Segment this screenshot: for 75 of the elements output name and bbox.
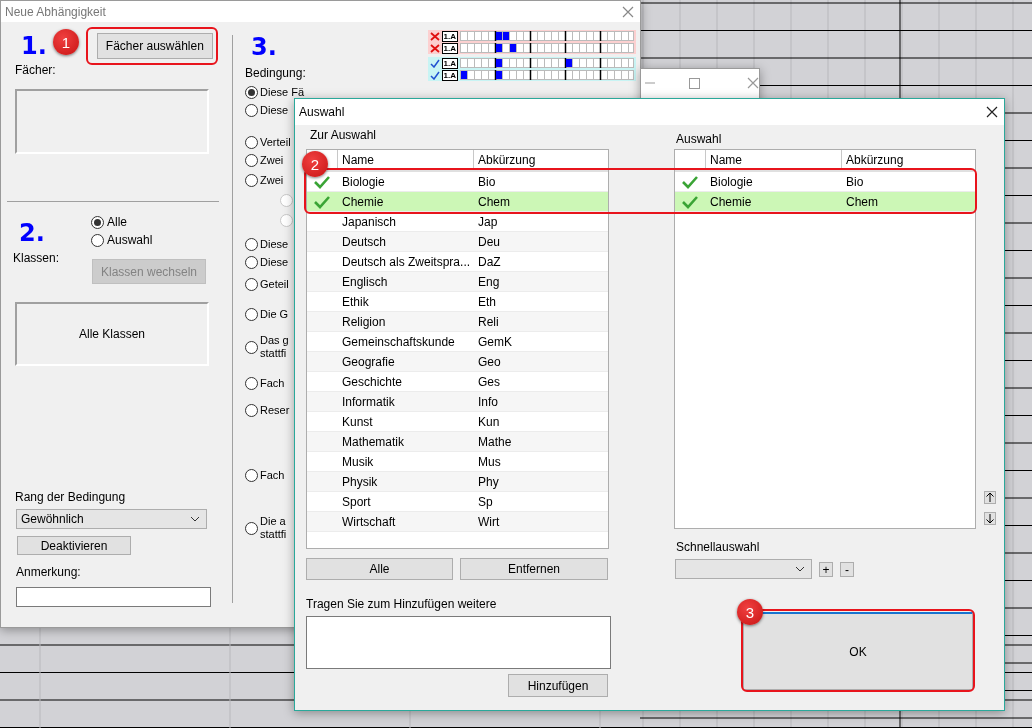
table-cell-text: Geo [477,354,502,369]
table-cell-text: Reli [477,314,500,329]
option-label: Zwei [260,153,284,167]
table-cell-text: Englisch [341,274,389,289]
table-cell-text: Bio [845,174,865,189]
table-cell-text: Biologie [709,174,754,189]
classes-text: Alle Klassen [78,327,145,341]
option-label: Diese [260,255,289,269]
list-label: Auswahl [676,132,723,146]
option-label: Alle [107,215,127,229]
option-label: Die G [260,307,289,321]
option-label: Auswahl [107,233,153,247]
table-cell-text: Musik [341,454,375,469]
note-label: Anmerkung: [16,565,82,579]
table-cell-text: Chem [845,194,879,209]
table-cell-text: Deu [477,234,501,249]
class-label: 1.A [441,57,458,69]
rank-label: Rang der Bedingung [15,490,127,504]
table-cell-text: Mathematik [341,434,406,449]
quick-select-label: Schnellauswahl [676,540,761,554]
table-cell-text: Bio [477,174,497,189]
table-cell-text: Chem [477,194,511,209]
add-hint: Tragen Sie zum Hinzufügen weitere [306,597,498,611]
table-cell-text: Chemie [341,194,385,209]
table-cell-text: Sport [341,494,372,509]
table-cell-text: Deutsch [341,234,388,249]
table-cell-text: Kunst [341,414,374,429]
table-cell-text: Ges [477,374,501,389]
table-cell-text: Mathe [477,434,513,449]
step-number: 2. [19,221,46,245]
table-cell-text: Informatik [341,394,396,409]
table-cell-text: Eth [477,294,497,309]
table-cell-text: Wirtschaft [341,514,397,529]
option-label: Geteil [260,277,289,291]
table-cell-text: Japanisch [341,214,398,229]
option-label: Verteil [260,135,291,149]
option-label: Diese [260,103,289,117]
option-label: Zwei [260,173,284,187]
option-label: Reser [260,403,290,417]
subjects-label: Fächer: [15,63,57,77]
table-cell-text: GemK [477,334,513,349]
step-number: 3. [251,35,278,59]
option-label: Die a stattfi [260,515,287,541]
table-cell-text: Geografie [341,354,396,369]
table-cell-text: Religion [341,314,387,329]
option-label: Fach [260,376,285,390]
table-cell-text: Kun [477,414,501,429]
condition-label: Bedingung: [245,66,306,80]
table-cell-text: Chemie [709,194,753,209]
table-cell-text: DaZ [477,254,502,269]
table-cell-text: Physik [341,474,379,489]
dialog-title: Auswahl [299,105,345,119]
class-label: 1.A [441,42,458,54]
table-cell-text: Phy [477,474,500,489]
table-cell-text: Gemeinschaftskunde [341,334,456,349]
option-label: Das g stattfi [260,334,289,360]
table-cell-text: Biologie [341,174,386,189]
class-label: 1.A [441,30,458,42]
table-cell-text: Mus [477,454,502,469]
table-cell-text: Eng [477,274,501,289]
step-number: 1. [21,34,47,58]
class-label: 1.A [441,69,458,81]
table-cell-text: Geschichte [341,374,404,389]
table-cell-text: Sp [477,494,494,509]
table-cell-text: Wirt [477,514,501,529]
window-title: Neue Abhängigkeit [5,4,106,19]
list-label: Zur Auswahl [310,128,378,142]
table-cell-text: Ethik [341,294,370,309]
option-label: Fach [260,468,285,482]
table-cell-text: Info [477,394,499,409]
option-label: Diese [260,237,289,251]
classes-label: Klassen: [13,251,61,265]
table-cell-text: Jap [477,214,499,229]
option-label: Diese Fä [260,85,305,99]
table-cell-text: Deutsch als Zweitspra... [341,254,472,269]
